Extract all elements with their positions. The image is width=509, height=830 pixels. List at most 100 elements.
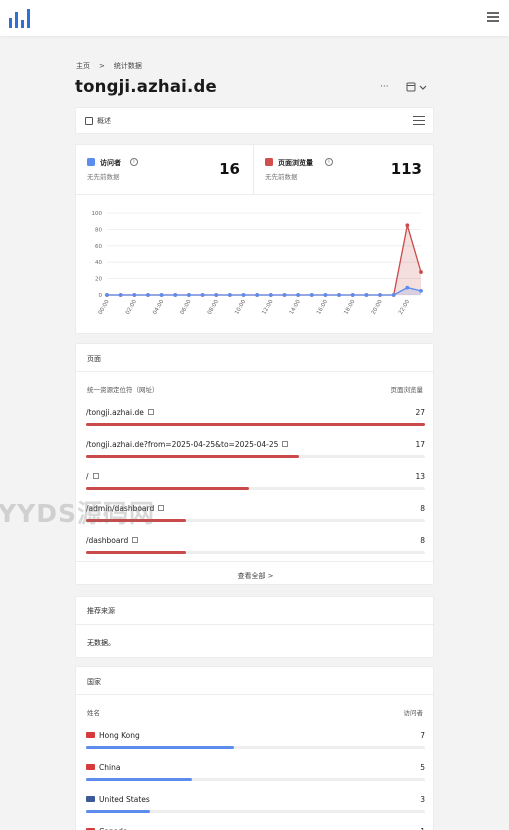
pageviews-color-swatch [265,158,273,166]
x-tick-label: 04:00 [152,299,165,316]
more-options-button[interactable]: ··· [380,82,389,92]
data-point [309,293,314,297]
x-tick-label: 22:00 [398,299,411,316]
external-link-icon[interactable] [282,441,289,447]
page-url[interactable]: /dashboard [86,536,139,545]
x-tick-label: 12:00 [261,299,274,316]
data-point [378,293,382,297]
page-url[interactable]: /tongji.azhai.de [86,408,154,417]
info-icon[interactable]: i [325,158,333,166]
page-views-value: 8 [420,504,425,513]
table-row[interactable]: Hong Kong 7 [86,731,425,761]
tab-overview[interactable]: 概述 [97,116,111,126]
series-line [107,286,422,296]
data-point [419,289,423,293]
pages-column-views: 页面浏览量 [390,386,424,394]
progress-track [86,455,425,458]
page-views-value: 17 [415,440,425,449]
external-link-icon[interactable] [92,473,99,479]
external-link-icon[interactable] [132,537,139,543]
external-link-icon[interactable] [147,409,154,415]
divider [76,694,435,695]
pageviews-value: 113 [390,160,422,178]
referrers-empty-text: 无数据。 [87,639,115,647]
progress-track [86,778,425,781]
y-tick-label: 0 [99,293,103,299]
breadcrumb-home[interactable]: 主页 [76,61,90,71]
x-tick-label: 10:00 [234,299,247,316]
country-name[interactable]: Hong Kong [86,731,140,740]
visitors-stat[interactable]: 访问者 i 无先前数据 16 [76,145,254,195]
table-row[interactable]: China 5 [86,763,425,793]
data-point [419,270,423,274]
pageviews-stat[interactable]: 页面浏览量 i 无先前数据 113 [254,145,435,195]
progress-fill [86,487,250,490]
divider [76,371,435,372]
progress-track [86,810,425,813]
progress-track [86,551,425,554]
x-tick-label: 02:00 [125,299,138,316]
countries-title: 国家 [87,678,101,686]
hamburger-icon[interactable] [413,116,425,126]
data-point [405,285,410,290]
divider [76,624,435,625]
overview-icon [85,117,93,125]
progress-fill [86,810,150,813]
series-area [107,225,421,295]
x-tick-label: 08:00 [207,299,220,316]
data-point [118,293,123,297]
data-point [132,293,137,297]
y-tick-label: 20 [95,277,102,283]
external-link-icon[interactable] [158,505,165,511]
data-point [187,293,191,297]
divider [76,561,435,562]
page-title: tongji.azhai.de [75,77,217,96]
series-line [107,225,422,296]
hamburger-icon[interactable] [487,12,499,22]
y-tick-label: 60 [95,244,102,250]
table-row[interactable]: /tongji.azhai.de?from=2025-04-25&to=2025… [86,440,425,470]
overview-tab-bar: 概述 [75,107,434,134]
top-bar [0,0,509,36]
y-tick-label: 80 [95,227,102,233]
series-area [107,287,421,295]
x-tick-label: 06:00 [180,299,193,316]
pageviews-subtext: 无先前数据 [265,173,298,181]
info-icon[interactable]: i [130,158,138,166]
country-name[interactable]: China [86,763,120,772]
page-url[interactable]: /tongji.azhai.de?from=2025-04-25&to=2025… [86,440,289,449]
page-url[interactable]: / [86,472,99,481]
visitors-subtext: 无先前数据 [87,173,120,181]
table-row[interactable]: United States 3 [86,795,425,825]
progress-fill [86,551,187,554]
view-all-link[interactable]: 查看全部 > [76,571,435,581]
bar-chart-logo-icon[interactable] [9,9,31,28]
calendar-icon[interactable] [406,81,430,93]
x-tick-label: 14:00 [289,299,302,316]
x-tick-label: 16:00 [316,299,329,316]
x-tick-label: 18:00 [343,299,356,316]
country-visitors-value: 7 [420,731,425,740]
data-point [282,293,287,297]
data-point [227,293,232,297]
country-name[interactable]: United States [86,795,150,804]
data-point [173,293,178,297]
data-point [146,293,150,297]
data-point [268,293,273,297]
progress-fill [86,423,425,426]
table-row[interactable]: /tongji.azhai.de 27 [86,408,425,438]
data-point [296,293,301,297]
referrers-card: 推荐来源 无数据。 [75,596,435,658]
country-visitors-value: 5 [420,763,425,772]
countries-column-visitors: 访问者 [403,709,424,717]
data-point [405,223,410,228]
data-point [255,293,260,297]
traffic-chart: 0 20 40 60 80 100 00:00 02:00 04:00 06:00 08:00 10:… [92,211,423,316]
stats-card: 访问者 i 无先前数据 16 页面浏览量 i 无先前数据 113 0 20 40 60… [75,144,435,334]
x-tick-label: 00:00 [98,299,111,316]
data-point [350,293,355,297]
pages-card: 页面 统一资源定位符（网址） 页面浏览量 /tongji.azhai.de 27/… [75,343,435,585]
progress-track [86,746,425,749]
progress-fill [86,746,235,749]
watermark: YYDS源码网 [0,499,155,528]
